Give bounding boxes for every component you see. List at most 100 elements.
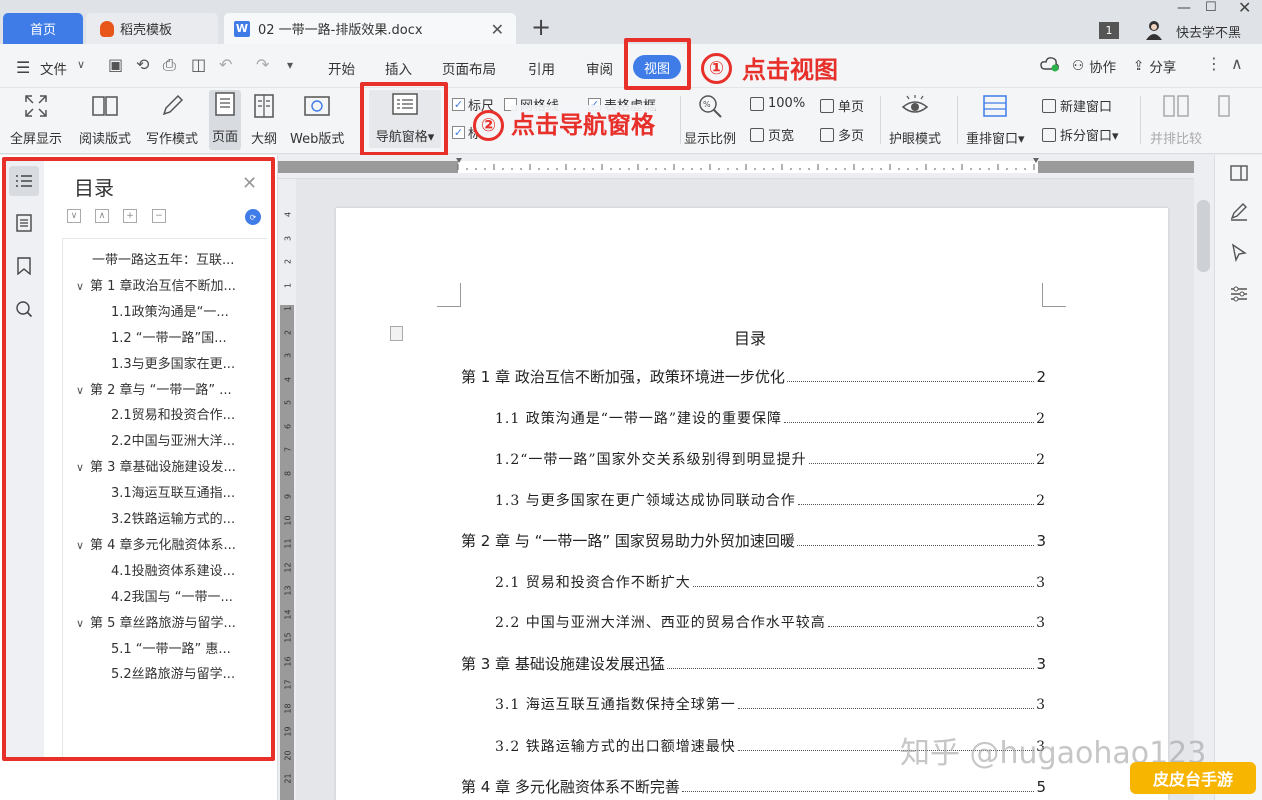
step-1-marker: ① [701, 53, 732, 84]
toc-section-line[interactable]: 2.1 贸易和投资合作不断扩大 3 [495, 572, 1046, 592]
new-window-icon [1042, 98, 1056, 113]
sync-scroll-button[interactable] [1214, 92, 1242, 128]
save-icon[interactable]: ▣ [108, 55, 123, 74]
horizontal-ruler[interactable] [278, 155, 1194, 179]
page-view-button[interactable]: 页面 [209, 90, 241, 150]
tab-document[interactable]: W 02 一带一路-排版效果.docx ✕ [224, 13, 516, 44]
toc-page-number: 3 [1036, 615, 1046, 631]
leader-dots [784, 422, 1035, 423]
close-tab-icon[interactable]: ✕ [491, 20, 504, 39]
share-button[interactable]: ⇪ 分享 [1133, 56, 1176, 76]
toc-section-line[interactable]: 1.3 与更多国家在更广领域达成协同联动合作 2 [495, 490, 1046, 510]
page-view-label: 页面 [211, 130, 238, 145]
tab-home[interactable]: 首页 [3, 13, 83, 44]
single-page-label: 单页 [838, 100, 865, 115]
tab-template[interactable]: 稻壳模板 [86, 13, 218, 44]
add-tab-icon[interactable]: + [531, 15, 551, 39]
leader-dots [666, 668, 1035, 669]
eye-mode-label: 护眼模式 [889, 132, 942, 147]
user-name[interactable]: 快去学不黑 [1176, 22, 1241, 41]
step-1-annotation: 点击视图 [742, 56, 838, 84]
reading-mode-button[interactable]: 阅读版式 [79, 92, 131, 147]
book-icon [91, 92, 119, 120]
ribbon-divider [1140, 96, 1141, 144]
toc-chapter-line[interactable]: 第 1 章 政治互信不断加强，政策环境进一步优化 2 [461, 366, 1046, 387]
toc-chapter-line[interactable]: 第 4 章 多元化融资体系不断完善 5 [461, 776, 1046, 797]
toc-section-line[interactable]: 3.1 海运互联互通指数保持全球第一 3 [495, 694, 1046, 714]
minimize-icon[interactable]: — [1177, 0, 1191, 16]
toc-chapter-line[interactable]: 第 3 章 基础设施建设发展迅猛 3 [461, 653, 1046, 674]
menu-page-layout[interactable]: 页面布局 [442, 58, 496, 78]
web-view-button[interactable]: Web版式 [290, 92, 344, 147]
cloud-status[interactable] [1040, 56, 1060, 72]
ruler-number: 3 [283, 352, 293, 359]
word-doc-icon: W [234, 20, 250, 37]
split-window-icon [1042, 127, 1056, 142]
format-painter-icon[interactable]: ⟲ [136, 55, 149, 74]
leader-dots [737, 708, 1035, 709]
print-icon[interactable]: ⎙ [163, 55, 176, 75]
leader-dots [681, 791, 1035, 792]
paragraph-layout-icon[interactable] [390, 326, 403, 341]
toc-section-line[interactable]: 1.1 政策沟通是“一带一路”建设的重要保障 2 [495, 408, 1046, 428]
split-window-button[interactable]: 拆分窗口▾ [1042, 125, 1119, 144]
toc-entry-text: 第 1 章 政治互信不断加强，政策环境进一步优化 [461, 368, 785, 386]
toc-entry-text: 2.2 中国与亚洲大洋洲、西亚的贸易合作水平较高 [495, 615, 826, 631]
hamburger-icon[interactable]: ☰ [16, 58, 30, 77]
collapse-ribbon-icon[interactable]: ∧ [1231, 54, 1243, 73]
eye-mode-button[interactable]: 护眼模式 [889, 92, 941, 147]
fullscreen-button[interactable]: 全屏显示 [10, 92, 62, 147]
quick-access-menu-icon[interactable]: ▾ [287, 58, 293, 72]
toc-chapter-line[interactable]: 第 2 章 与 “一带一路” 国家贸易助力外贸加速回暖 3 [461, 530, 1046, 551]
single-page-button[interactable]: 单页 [820, 96, 864, 115]
redo-icon[interactable]: ↷ [256, 55, 269, 74]
toc-page-number: 2 [1036, 411, 1046, 427]
document-heading: 目录 [734, 329, 767, 348]
toc-section-line[interactable]: 2.2 中国与亚洲大洋洲、西亚的贸易合作水平较高 3 [495, 612, 1046, 632]
page-width-button[interactable]: 页宽 [750, 125, 794, 144]
collaborate-button[interactable]: ⚇ 协作 [1072, 56, 1116, 76]
print-preview-icon[interactable]: ◫ [191, 55, 206, 74]
maximize-icon[interactable]: ☐ [1205, 0, 1217, 15]
toc-page-number: 2 [1036, 368, 1046, 386]
toc-entry-text: 3.1 海运互联互通指数保持全球第一 [495, 697, 736, 713]
menu-file[interactable]: 文件 [40, 58, 67, 78]
ribbon-divider [957, 96, 958, 144]
ruler-number: 4 [283, 211, 293, 218]
menu-review[interactable]: 审阅 [586, 58, 613, 78]
multi-page-button[interactable]: 多页 [820, 125, 864, 144]
scrollbar-thumb[interactable] [1197, 200, 1210, 272]
ruler-number: 12 [283, 561, 293, 573]
toc-page-number: 3 [1036, 655, 1046, 673]
collapse-sidebar-icon[interactable] [1228, 162, 1250, 184]
select-cursor-icon[interactable] [1228, 242, 1250, 264]
new-window-button[interactable]: 新建窗口 [1042, 96, 1112, 115]
leader-dots [827, 626, 1035, 627]
zoom-button[interactable]: % 显示比例 [684, 92, 736, 147]
side-by-side-button[interactable]: 并排比较 [1150, 92, 1202, 147]
outline-view-button[interactable]: 大纲 [250, 92, 278, 147]
zoom-100-button[interactable]: 100% [750, 96, 805, 111]
share-label: 分享 [1149, 60, 1177, 76]
chevron-down-icon[interactable]: ∨ [77, 58, 85, 71]
toc-section-line[interactable]: 1.2“一带一路”国家外交关系级别得到明显提升 2 [495, 449, 1046, 469]
close-window-icon[interactable]: ✕ [1238, 0, 1251, 17]
rearrange-window-button[interactable]: 重排窗口▾ [966, 92, 1025, 147]
pen-icon[interactable] [1228, 200, 1250, 222]
writing-mode-button[interactable]: 写作模式 [146, 92, 198, 147]
window-count-badge[interactable]: 1 [1099, 22, 1119, 39]
menu-start[interactable]: 开始 [328, 58, 355, 78]
leader-dots [797, 504, 1035, 505]
adjust-settings-icon[interactable] [1228, 283, 1250, 305]
leader-dots [796, 545, 1035, 546]
menu-references[interactable]: 引用 [528, 58, 555, 78]
user-avatar-icon[interactable] [1145, 20, 1163, 40]
menu-insert[interactable]: 插入 [385, 58, 412, 78]
step-2-annotation: 点击导航窗格 [511, 105, 655, 140]
crop-mark [437, 283, 461, 307]
undo-icon[interactable]: ↶ [219, 55, 232, 74]
ruler-number: 15 [283, 632, 293, 643]
tab-home-label: 首页 [29, 23, 56, 38]
more-options-icon[interactable]: ⋮ [1206, 54, 1222, 73]
ruler-number: 1 [283, 305, 293, 312]
